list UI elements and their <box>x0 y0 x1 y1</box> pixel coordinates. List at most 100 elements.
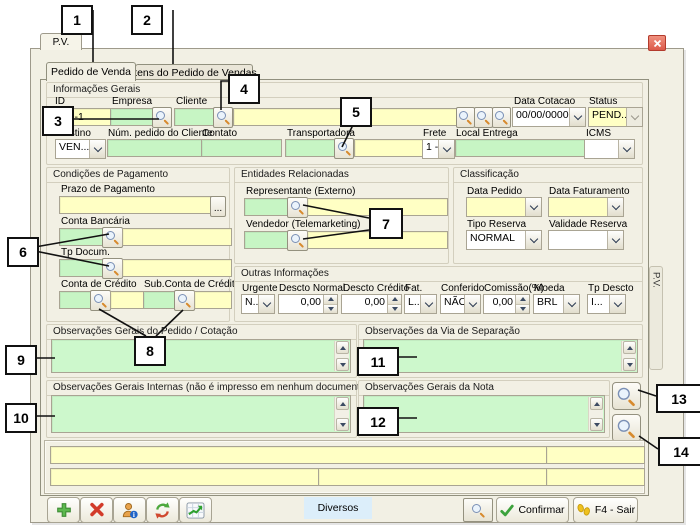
scroll-up-icon[interactable] <box>623 341 636 354</box>
add-button[interactable] <box>47 497 80 523</box>
callout-5: 5 <box>340 97 372 127</box>
representante-search-button[interactable] <box>287 197 308 218</box>
lookup-button-1[interactable] <box>456 107 475 128</box>
spinner-up-icon[interactable] <box>388 295 401 305</box>
scroll-down-icon[interactable] <box>336 418 349 431</box>
conta-credito-search-button[interactable] <box>90 290 111 311</box>
spinner-up-icon[interactable] <box>516 295 529 305</box>
confirmar-button[interactable]: Confirmar <box>496 497 569 523</box>
totals-field-5[interactable] <box>546 468 645 486</box>
data-faturamento-select[interactable] <box>548 197 624 217</box>
local-entrega-field[interactable] <box>455 139 588 157</box>
spinner-down-icon[interactable] <box>388 305 401 314</box>
person-info-icon: i <box>120 501 139 520</box>
tp-docum-name-field[interactable] <box>122 259 232 277</box>
client-info-button[interactable]: i <box>113 497 146 523</box>
contato-field[interactable] <box>201 139 282 157</box>
delete-button[interactable] <box>80 497 113 523</box>
chevron-down-icon[interactable] <box>563 295 579 313</box>
chevron-down-icon[interactable] <box>609 295 625 313</box>
scroll-up-icon[interactable] <box>336 397 349 410</box>
status-select[interactable]: PEND... <box>588 107 643 127</box>
vendedor-search-button[interactable] <box>287 230 308 251</box>
lookup-button-3[interactable] <box>492 107 511 128</box>
transportadora-field[interactable] <box>285 139 340 157</box>
scroll-up-icon[interactable] <box>336 341 349 354</box>
status-value: PEND... <box>589 108 626 126</box>
transportadora-name-field[interactable] <box>354 139 427 157</box>
destino-select[interactable]: VEN... <box>55 139 106 159</box>
totals-field-3[interactable] <box>50 468 320 486</box>
data-cotacao-select[interactable]: 00/00/0000 <box>512 107 586 127</box>
descto-normal-spinner[interactable]: 0,00 <box>278 294 338 314</box>
chevron-down-icon[interactable] <box>464 295 480 313</box>
refresh-button[interactable] <box>146 497 179 523</box>
num-pedido-cliente-field[interactable] <box>107 139 205 157</box>
spinner-down-icon[interactable] <box>516 305 529 314</box>
chevron-down-icon[interactable] <box>420 295 436 313</box>
totals-field-1[interactable] <box>50 446 548 464</box>
svg-text:i: i <box>133 511 135 519</box>
tab-pedido-de-venda[interactable]: Pedido de Venda <box>46 62 136 81</box>
frete-select[interactable]: 1 - <box>422 139 455 159</box>
urgente-label: Urgente <box>242 283 278 294</box>
obs-separacao-textarea[interactable] <box>363 339 638 373</box>
scroll-up-icon[interactable] <box>590 397 603 410</box>
scroll-down-icon[interactable] <box>336 358 349 371</box>
chevron-down-icon[interactable] <box>607 231 623 249</box>
chevron-down-icon[interactable] <box>569 108 585 126</box>
descto-credito-value: 0,00 <box>342 295 387 313</box>
comissao-spinner[interactable]: 0,00 <box>483 294 530 314</box>
chevron-down-icon[interactable] <box>258 295 274 313</box>
sub-conta-credito-search-button[interactable] <box>174 290 195 311</box>
chevron-down-icon[interactable] <box>525 231 541 249</box>
window-tab-pv[interactable]: P.V. <box>40 33 82 50</box>
chevron-down-icon[interactable] <box>607 198 623 216</box>
totals-field-4[interactable] <box>318 468 548 486</box>
chevron-down-icon[interactable] <box>89 140 105 158</box>
delete-x-icon <box>88 502 105 518</box>
chart-button[interactable] <box>179 497 212 523</box>
tipo-reserva-select[interactable]: NORMAL <box>466 230 542 250</box>
urgente-select[interactable]: N... <box>241 294 275 314</box>
icms-select[interactable] <box>584 139 635 159</box>
totals-field-2[interactable] <box>546 446 645 464</box>
chevron-down-icon[interactable] <box>525 198 541 216</box>
spinner-up-icon[interactable] <box>324 295 337 305</box>
footer-search-button[interactable] <box>463 498 493 522</box>
scroll-down-icon[interactable] <box>590 418 603 431</box>
confirmar-label: Confirmar <box>518 504 564 516</box>
prazo-pagamento-label: Prazo de Pagamento <box>61 184 155 195</box>
obs-nota-textarea[interactable] <box>363 395 605 433</box>
chevron-down-icon[interactable] <box>438 140 454 158</box>
search-icon <box>472 504 485 517</box>
prazo-pagamento-field[interactable] <box>59 196 217 214</box>
descto-credito-spinner[interactable]: 0,00 <box>341 294 402 314</box>
fat-select[interactable]: L... <box>404 294 437 314</box>
tp-docum-search-button[interactable] <box>102 258 123 279</box>
obs-pedido-textarea[interactable] <box>51 339 351 373</box>
empresa-field[interactable] <box>110 108 158 126</box>
conta-bancaria-search-button[interactable] <box>102 227 123 248</box>
scroll-down-icon[interactable] <box>623 358 636 371</box>
sair-button[interactable]: F4 - Sair <box>573 497 638 523</box>
cliente-search-button[interactable] <box>213 107 233 128</box>
lookup-button-2[interactable] <box>474 107 493 128</box>
data-pedido-select[interactable] <box>466 197 542 217</box>
tp-descto-select[interactable]: I... <box>587 294 626 314</box>
conta-bancaria-name-field[interactable] <box>122 228 232 246</box>
side-tab-pv[interactable]: P.V. <box>649 266 663 370</box>
empresa-search-button[interactable] <box>152 107 172 128</box>
conferido-select[interactable]: NÃO <box>440 294 481 314</box>
sub-conta-credito-code-field[interactable] <box>194 291 232 309</box>
transportadora-search-button[interactable] <box>334 138 354 159</box>
chevron-down-icon[interactable] <box>618 140 634 158</box>
obs-search-button-1[interactable] <box>612 382 641 410</box>
obs-internas-textarea[interactable] <box>51 395 351 433</box>
prazo-pagamento-browse-button[interactable]: ... <box>210 196 226 217</box>
validade-reserva-select[interactable] <box>548 230 624 250</box>
close-button[interactable] <box>648 35 666 51</box>
obs-search-button-2[interactable] <box>612 414 641 442</box>
moeda-select[interactable]: BRL <box>533 294 580 314</box>
spinner-down-icon[interactable] <box>324 305 337 314</box>
